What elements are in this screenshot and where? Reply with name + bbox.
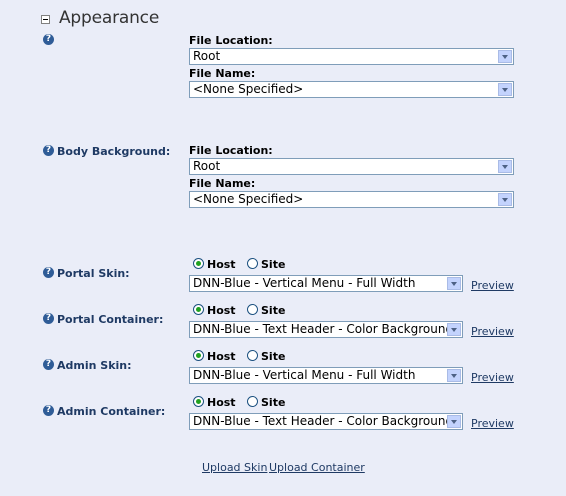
chevron-down-icon[interactable] <box>447 369 461 382</box>
logo-file-name-label: File Name: <box>189 67 256 80</box>
chevron-down-icon[interactable] <box>498 193 512 206</box>
portal-skin-label: Portal Skin: <box>57 267 130 280</box>
help-icon[interactable]: ? <box>43 313 54 324</box>
section-title: Appearance <box>59 8 160 28</box>
body-background-file-location-value: Root <box>193 159 221 173</box>
portal-container-preview-link[interactable]: Preview <box>471 325 514 338</box>
portal-container-select[interactable]: DNN-Blue - Text Header - Color Backgroun… <box>189 321 463 338</box>
portal-container-value: DNN-Blue - Text Header - Color Backgroun… <box>193 322 454 336</box>
admin-skin-site-radio[interactable] <box>247 350 258 361</box>
chevron-down-icon[interactable] <box>498 160 512 173</box>
admin-container-select[interactable]: DNN-Blue - Text Header - Color Backgroun… <box>189 413 463 430</box>
help-icon[interactable]: ? <box>43 34 54 45</box>
portal-container-site-radio[interactable] <box>247 304 258 315</box>
help-icon[interactable]: ? <box>43 359 54 370</box>
portal-skin-site-radio[interactable] <box>247 258 258 269</box>
logo-file-location-select[interactable]: Root <box>189 48 514 65</box>
portal-container-host-radio[interactable] <box>193 304 204 315</box>
body-background-file-location-label: File Location: <box>189 144 273 157</box>
admin-skin-label: Admin Skin: <box>57 359 132 372</box>
help-icon[interactable]: ? <box>43 267 54 278</box>
admin-skin-preview-link[interactable]: Preview <box>471 371 514 384</box>
chevron-down-icon[interactable] <box>447 323 461 336</box>
chevron-down-icon[interactable] <box>498 83 512 96</box>
chevron-down-icon[interactable] <box>498 50 512 63</box>
admin-container-host-radio[interactable] <box>193 396 204 407</box>
body-background-file-name-value: <None Specified> <box>193 192 304 206</box>
chevron-down-icon[interactable] <box>447 415 461 428</box>
admin-container-host-label: Host <box>207 396 236 409</box>
admin-container-site-label: Site <box>261 396 286 409</box>
admin-skin-host-radio[interactable] <box>193 350 204 361</box>
admin-container-label: Admin Container: <box>57 405 166 418</box>
upload-container-link[interactable]: Upload Container <box>269 461 365 474</box>
admin-skin-value: DNN-Blue - Vertical Menu - Full Width <box>193 368 416 382</box>
portal-container-host-label: Host <box>207 304 236 317</box>
admin-container-preview-link[interactable]: Preview <box>471 417 514 430</box>
admin-skin-site-label: Site <box>261 350 286 363</box>
admin-container-site-radio[interactable] <box>247 396 258 407</box>
chevron-down-icon[interactable] <box>447 277 461 290</box>
logo-file-location-value: Root <box>193 49 221 63</box>
portal-skin-host-label: Host <box>207 258 236 271</box>
body-background-file-location-select[interactable]: Root <box>189 158 514 175</box>
logo-file-name-select[interactable]: <None Specified> <box>189 81 514 98</box>
portal-skin-select[interactable]: DNN-Blue - Vertical Menu - Full Width <box>189 275 463 292</box>
help-icon[interactable]: ? <box>43 145 54 156</box>
portal-container-site-label: Site <box>261 304 286 317</box>
portal-skin-host-radio[interactable] <box>193 258 204 269</box>
help-icon[interactable]: ? <box>43 405 54 416</box>
logo-file-name-value: <None Specified> <box>193 82 304 96</box>
portal-container-label: Portal Container: <box>57 313 164 326</box>
admin-container-value: DNN-Blue - Text Header - Color Backgroun… <box>193 414 454 428</box>
body-background-label: Body Background: <box>57 145 171 158</box>
portal-skin-value: DNN-Blue - Vertical Menu - Full Width <box>193 276 416 290</box>
portal-skin-preview-link[interactable]: Preview <box>471 279 514 292</box>
upload-skin-link[interactable]: Upload Skin <box>202 461 267 474</box>
body-background-file-name-select[interactable]: <None Specified> <box>189 191 514 208</box>
body-background-file-name-label: File Name: <box>189 177 256 190</box>
collapse-toggle-icon[interactable] <box>41 15 50 24</box>
admin-skin-host-label: Host <box>207 350 236 363</box>
portal-skin-site-label: Site <box>261 258 286 271</box>
logo-file-location-label: File Location: <box>189 34 273 47</box>
admin-skin-select[interactable]: DNN-Blue - Vertical Menu - Full Width <box>189 367 463 384</box>
